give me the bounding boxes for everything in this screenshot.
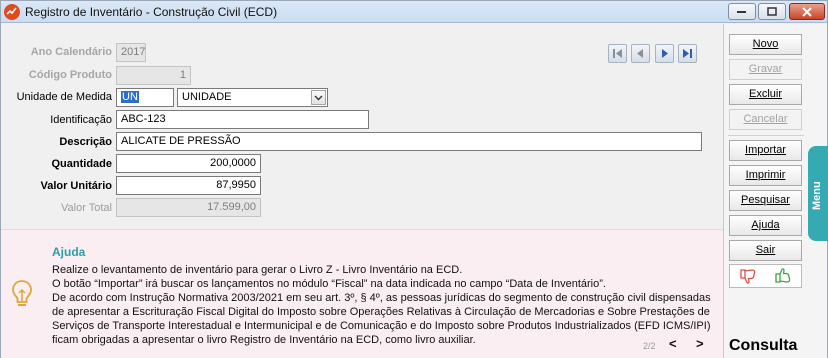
novo-button[interactable]: Novo: [729, 34, 802, 55]
last-record-icon: [683, 49, 692, 58]
sair-button[interactable]: Sair: [729, 240, 802, 261]
valor-total-field: 17.599,00: [116, 198, 261, 217]
cancelar-button[interactable]: Cancelar: [729, 109, 802, 130]
chevron-down-icon: [314, 95, 323, 100]
app-logo-icon: [4, 4, 20, 20]
descricao-label: Descrição: [59, 136, 112, 148]
window-title: Registro de Inventário - Construção Civi…: [25, 5, 278, 19]
unidade-select[interactable]: UNIDADE: [177, 88, 328, 107]
maximize-button[interactable]: [758, 3, 786, 20]
help-line: de apresentar a Escrituração Fiscal Digi…: [52, 306, 710, 318]
help-panel: Ajuda Realize o levantamento de inventár…: [1, 229, 723, 358]
help-title: Ajuda: [52, 245, 86, 259]
help-next-button[interactable]: >: [696, 336, 704, 351]
help-line: Realize o levantamento de inventário par…: [52, 264, 463, 276]
descricao-input[interactable]: ALICATE DE PRESSÃO: [116, 132, 702, 151]
importar-button[interactable]: Importar: [729, 140, 802, 161]
unidade-medida-label: Unidade de Medida: [16, 91, 112, 103]
help-line: ficam obrigadas a apresentar o livro Reg…: [52, 334, 476, 346]
help-line: O botão “Importar” irá buscar os lançame…: [52, 278, 606, 290]
minimize-button[interactable]: [728, 3, 756, 20]
previous-record-button[interactable]: [631, 44, 650, 63]
quantidade-label: Quantidade: [51, 158, 112, 170]
mode-indicator: Consulta: [729, 337, 798, 354]
thumbs-up-icon[interactable]: [774, 268, 792, 284]
unidade-dropdown-button[interactable]: [311, 90, 326, 105]
pesquisar-button[interactable]: Pesquisar: [729, 190, 802, 211]
ano-calendario-field: 2017: [116, 43, 146, 62]
excluir-button[interactable]: Excluir: [729, 84, 802, 105]
help-line: Serviços de Transporte Interestadual e I…: [52, 320, 711, 332]
sidebar-divider: [728, 135, 804, 136]
previous-record-icon: [637, 49, 643, 58]
ajuda-button[interactable]: Ajuda: [729, 215, 802, 236]
help-line: De acordo com Instrução Normativa 2003/2…: [52, 292, 711, 304]
next-record-button[interactable]: [655, 44, 674, 63]
unidade-code-input[interactable]: UN: [116, 88, 174, 107]
help-page-indicator: 2/2: [643, 341, 656, 351]
valor-total-label: Valor Total: [61, 202, 112, 214]
minimize-icon: [737, 10, 746, 13]
next-record-icon: [662, 49, 668, 58]
maximize-icon: [767, 7, 777, 16]
codigo-produto-field: 1: [116, 66, 191, 85]
unidade-select-value: UNIDADE: [182, 91, 232, 103]
lightbulb-icon: [12, 280, 32, 306]
identificacao-label: Identificação: [50, 114, 112, 126]
valor-unitario-input[interactable]: 87,9950: [116, 176, 261, 195]
close-icon: [802, 6, 812, 17]
first-record-button[interactable]: [608, 44, 627, 63]
unidade-code-value: UN: [121, 91, 139, 103]
app-window: Registro de Inventário - Construção Civi…: [0, 0, 828, 358]
first-record-icon: [613, 49, 622, 58]
ano-calendario-label: Ano Calendário: [30, 46, 112, 58]
title-bar: Registro de Inventário - Construção Civi…: [1, 1, 827, 23]
help-prev-button[interactable]: <: [669, 336, 677, 351]
gravar-button[interactable]: Gravar: [729, 59, 802, 80]
menu-tab-label: Menu: [811, 181, 823, 210]
imprimir-button[interactable]: Imprimir: [729, 165, 802, 186]
form-area: Ano Calendário 2017 Código Produto 1 Uni…: [1, 24, 723, 229]
thumbs-down-icon[interactable]: [739, 268, 757, 284]
valor-unitario-label: Valor Unitário: [40, 180, 112, 192]
codigo-produto-label: Código Produto: [28, 69, 112, 81]
feedback-box: [729, 264, 802, 288]
identificacao-input[interactable]: ABC-123: [116, 110, 369, 129]
close-button[interactable]: [789, 3, 825, 20]
quantidade-input[interactable]: 200,0000: [116, 154, 261, 173]
last-record-button[interactable]: [678, 44, 697, 63]
menu-tab[interactable]: Menu: [808, 146, 828, 241]
